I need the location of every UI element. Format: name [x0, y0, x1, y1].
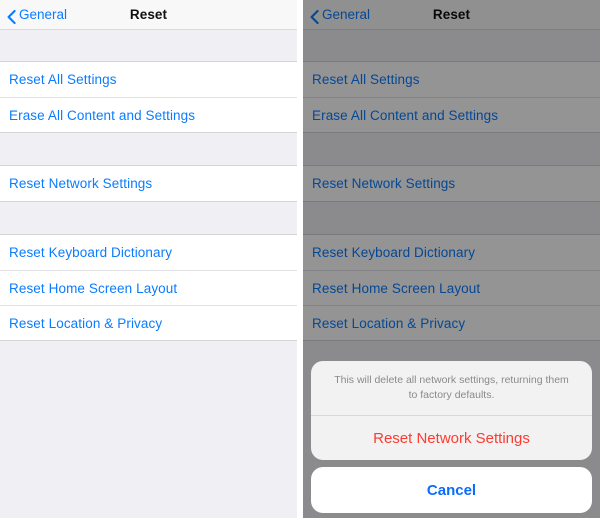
list-group-1: Reset All Settings Erase All Content and… [303, 61, 600, 133]
settings-reset-screen-left: General Reset Reset All Settings Erase A… [0, 0, 297, 518]
list-group-2: Reset Network Settings [0, 165, 297, 202]
navigation-bar: General Reset [0, 0, 297, 30]
row-label: Reset Network Settings [312, 176, 456, 191]
row-reset-location-and-privacy[interactable]: Reset Location & Privacy [0, 305, 297, 340]
row-label: Reset Home Screen Layout [312, 280, 481, 296]
navigation-bar: General Reset [303, 0, 600, 30]
action-sheet-message: This will delete all network settings, r… [311, 361, 592, 416]
row-label: Erase All Content and Settings [312, 107, 499, 123]
row-reset-network-settings[interactable]: Reset Network Settings [0, 166, 297, 201]
list-group-1: Reset All Settings Erase All Content and… [0, 61, 297, 133]
section-gap-1 [303, 133, 600, 165]
row-label: Reset All Settings [312, 72, 420, 87]
section-gap-1 [0, 133, 297, 165]
section-gap-top [0, 30, 297, 61]
page-title: Reset [129, 7, 168, 22]
row-reset-keyboard-dictionary[interactable]: Reset Keyboard Dictionary [0, 235, 297, 270]
list-group-2: Reset Network Settings [303, 165, 600, 202]
row-label: Reset Location & Privacy [312, 315, 466, 331]
row-reset-keyboard-dictionary[interactable]: Reset Keyboard Dictionary [303, 235, 600, 270]
row-label: Reset Keyboard Dictionary [9, 245, 173, 260]
row-reset-all-settings[interactable]: Reset All Settings [0, 62, 297, 97]
row-erase-all-content-and-settings[interactable]: Erase All Content and Settings [303, 97, 600, 132]
section-gap-2 [0, 202, 297, 234]
section-gap-top [303, 30, 600, 61]
row-label: Reset Location & Privacy [9, 315, 163, 331]
list-group-3: Reset Keyboard Dictionary Reset Home Scr… [0, 234, 297, 341]
screenshot-stage: General Reset Reset All Settings Erase A… [0, 0, 600, 518]
row-label: Reset All Settings [9, 72, 117, 87]
row-reset-network-settings[interactable]: Reset Network Settings [303, 166, 600, 201]
row-erase-all-content-and-settings[interactable]: Erase All Content and Settings [0, 97, 297, 132]
action-sheet-card: This will delete all network settings, r… [311, 360, 592, 460]
row-reset-all-settings[interactable]: Reset All Settings [303, 62, 600, 97]
settings-reset-screen-right: General Reset Reset All Settings Erase A… [303, 0, 600, 518]
row-reset-home-screen-layout[interactable]: Reset Home Screen Layout [303, 270, 600, 305]
row-label: Reset Home Screen Layout [9, 280, 178, 296]
row-reset-home-screen-layout[interactable]: Reset Home Screen Layout [0, 270, 297, 305]
row-label: Reset Network Settings [9, 176, 153, 191]
page-title: Reset [432, 7, 471, 22]
row-label: Erase All Content and Settings [9, 107, 196, 123]
row-reset-location-and-privacy[interactable]: Reset Location & Privacy [303, 305, 600, 340]
action-sheet: This will delete all network settings, r… [311, 360, 592, 513]
row-label: Reset Keyboard Dictionary [312, 245, 476, 260]
list-group-3: Reset Keyboard Dictionary Reset Home Scr… [303, 234, 600, 341]
action-sheet-reset-network-settings-button[interactable]: Reset Network Settings [311, 416, 592, 460]
section-gap-2 [303, 202, 600, 234]
action-sheet-cancel-button[interactable]: Cancel [311, 467, 592, 513]
